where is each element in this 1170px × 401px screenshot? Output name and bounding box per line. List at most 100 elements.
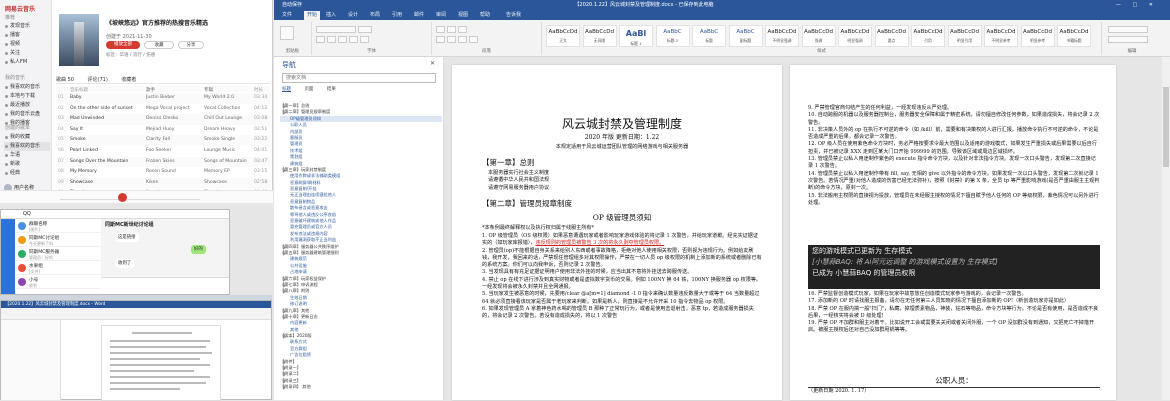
tab-5[interactable]: 引用 [392,11,402,20]
find-icon[interactable] [1108,26,1148,33]
underline-icon[interactable] [338,36,347,43]
sidebar-item[interactable]: 视频 [4,40,50,49]
table-row[interactable]: 02 On the other side of sunset Mega Vocal … [56,104,270,115]
list-item[interactable]: 同斯MC服务器 管理员：好的 [15,247,101,261]
table-row[interactable]: 03 Mad Unwinded Deniss Olesko Chill Out Lou… [56,114,270,125]
tab-1[interactable]: 开始 [304,11,321,20]
tab-9[interactable]: 帮助 [480,11,490,20]
list-item[interactable]: 小号 收到 [15,275,101,289]
chat-window-title: 同斯MC新世纪讨论组 [105,222,154,228]
sidebar-item[interactable]: 我喜欢的音乐 [4,142,50,151]
list-item[interactable]: 水果组 [文件] [15,261,101,275]
autosave-toggle[interactable]: 自动保存 [282,0,342,10]
justify-icon[interactable] [469,36,478,43]
scroll-thumb[interactable] [1163,87,1169,167]
sidebar-item[interactable]: 最近播放 [4,101,50,110]
style-12[interactable]: AaBbCcDd 不明显参考 [984,25,1018,47]
avatar[interactable] [18,264,26,272]
strikethrough-icon[interactable] [349,36,358,43]
style-9[interactable]: AaBbCcDd 要点 [874,25,909,47]
close-icon[interactable]: ✕ [430,60,438,67]
avatar[interactable] [18,222,26,230]
align-left-icon[interactable] [436,36,445,43]
progress-bar[interactable] [60,199,200,200]
style-1[interactable]: AaBbCcDd 无间隔 [582,25,617,47]
replace-icon[interactable] [1108,36,1148,43]
style-11[interactable]: AaBbCcDd 明显引用 [947,25,982,47]
sidebar-item[interactable]: 经典 [4,169,50,178]
tab-0[interactable]: 文件 [282,11,292,20]
table-row[interactable]: 01 Baby Justin Bieber My World 2.0 03:34 [56,93,270,104]
sidebar-item[interactable]: 我的音乐云盘 [4,110,50,119]
tab-6[interactable]: 邮件 [414,11,424,20]
avatar[interactable] [18,278,26,286]
tab-pages[interactable]: 页面 [304,87,313,92]
vertical-scrollbar[interactable] [1162,57,1170,400]
tab-comments[interactable]: 评论(71) [88,77,108,83]
avatar[interactable] [18,236,26,244]
sidebar-item[interactable]: 私人FM [4,58,50,67]
tab-3[interactable]: 设计 [348,11,358,20]
avatar[interactable] [18,250,26,258]
style-5[interactable]: AaBbC 副标题 [728,25,763,47]
table-row[interactable]: 06 Pearl Linked Foo Seeker Lounge Music 04:0… [56,146,270,157]
tab-10[interactable]: 告诉我 [506,11,521,20]
style-7[interactable]: AaBbCcDd 强调 [801,25,836,47]
song-list: 01 Baby Justin Bieber My World 2.0 03:34 02 On… [56,93,270,199]
list-item[interactable]: 同斯MC讨论组 今天更新了吗 [15,233,101,247]
style-6[interactable]: AaBbCcDd 不明显强调 [765,25,799,47]
window-controls[interactable]: — □ ✕ [1104,0,1164,10]
song-duration: 04:01 [254,147,268,153]
style-0[interactable]: AaBbCcDd 正文 [546,25,580,47]
align-right-icon[interactable] [458,36,467,43]
tab-2[interactable]: 插入 [326,11,336,20]
play-pause-icon[interactable] [118,193,127,202]
chat-input[interactable] [101,277,229,294]
sidebar-item[interactable]: 我的收藏 [4,133,50,142]
tab-results[interactable]: 结果 [327,87,336,92]
nav-heading-item[interactable]: 【附录四】 其他 [280,384,442,390]
sidebar-item[interactable]: 发现音乐 [4,22,50,31]
play-all-button[interactable]: 播放全部 [106,41,140,49]
style-4[interactable]: AaBbC 标题 [692,25,726,47]
style-13[interactable]: AaBbCcDd 明显参考 [1020,25,1055,47]
style-14[interactable]: AaBbCcDd 书籍标题 [1057,25,1091,47]
search-input[interactable] [282,73,436,83]
list-item[interactable]: 群聊名称 [图片] [15,219,101,233]
sidebar-item[interactable]: 播客 [4,31,50,40]
multilevel-list-icon[interactable] [458,26,467,33]
table-row[interactable]: 04 Say It Mejiad Huoy Dream Heavy 02:51 [56,125,270,136]
tab-headings[interactable]: 标题 [282,87,291,92]
italic-icon[interactable] [327,36,336,43]
font-size-select[interactable] [358,26,372,33]
table-row[interactable]: 07 Songs Over the Mountain Frozen Skies Son… [56,156,270,168]
tab-songs[interactable]: 歌曲 50 [56,77,74,83]
sidebar-item[interactable]: 我的播客 [4,119,50,128]
font-name-select[interactable] [316,26,356,33]
numbering-icon[interactable] [447,26,456,33]
sidebar-item[interactable]: 新歌 [4,160,50,169]
paste-icon[interactable] [280,26,294,40]
tab-7[interactable]: 审阅 [436,11,446,20]
sidebar-item[interactable]: 本地与下载 [4,92,50,101]
style-8[interactable]: AaBbCcDd 明显强调 [838,25,872,47]
align-center-icon[interactable] [447,36,456,43]
bold-icon[interactable] [316,36,325,43]
collect-button[interactable]: 收藏 [144,41,174,49]
font-color-icon[interactable] [360,36,369,43]
style-10[interactable]: AaBbCcDd 引用 [911,25,945,47]
sidebar-item[interactable]: 关注 [4,49,50,58]
bullets-icon[interactable] [436,26,445,33]
tab-4[interactable]: 布局 [370,11,380,20]
tab-8[interactable]: 视图 [458,11,468,20]
table-row[interactable]: 09 Showcase Kiken Showcase 02:58 [56,177,270,189]
conversation-list: 群聊名称 [图片] 同斯MC讨论组 今天更新了吗 同斯MC服务器 管理员：好的 水果组 [文件… [15,219,101,294]
table-row[interactable]: 08 My Memory Rosen Sound Memory EP 03:15 [56,167,270,178]
share-button[interactable]: 分享 [178,41,204,49]
sidebar-item[interactable]: 华语 [4,151,50,160]
tab-collectors[interactable]: 收藏者 [121,77,136,83]
style-3[interactable]: AaBbC 标题 2 [655,25,690,47]
style-2[interactable]: AaBl 标题 1 [619,25,653,47]
table-row[interactable]: 05 Smoke Clarity Fall Smoke Single 03:22 [56,135,270,146]
sidebar-item[interactable]: 我喜欢的音乐 [4,83,50,92]
